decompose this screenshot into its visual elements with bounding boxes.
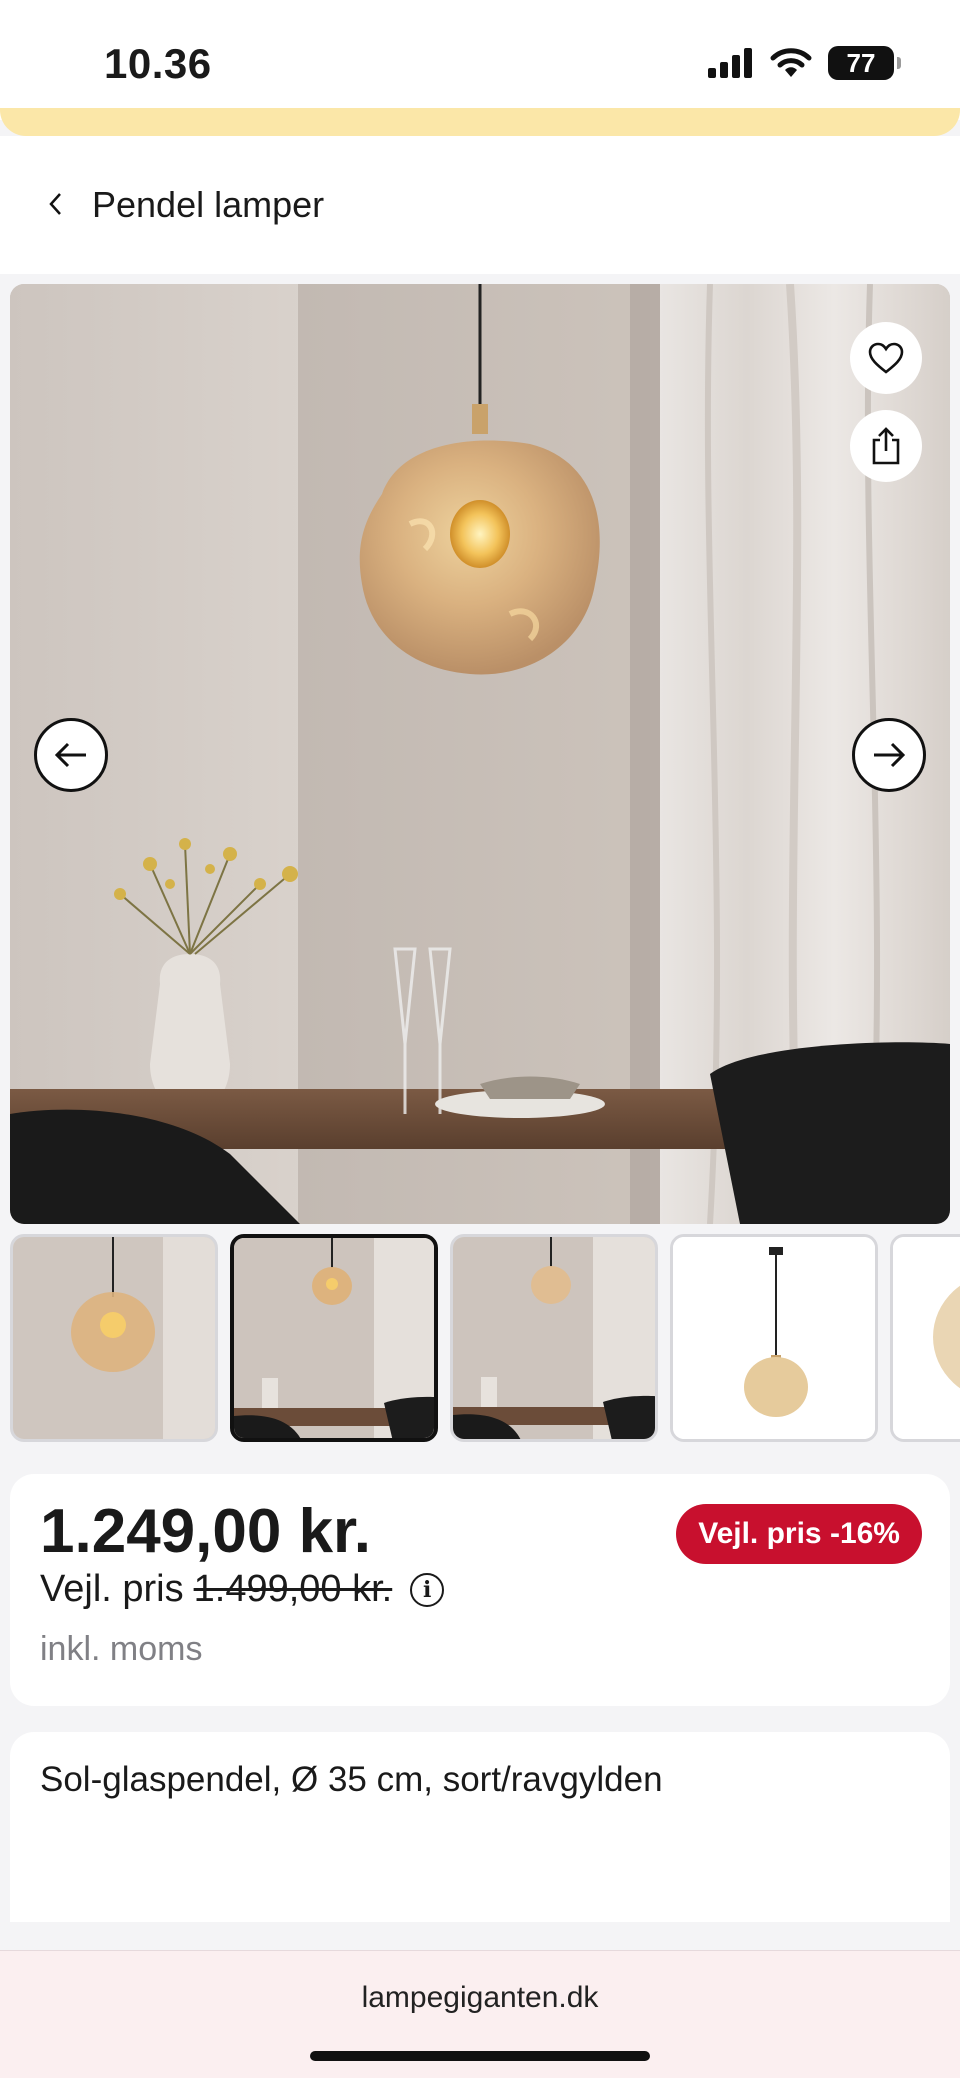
promo-banner[interactable] [0, 108, 960, 136]
info-icon[interactable]: i [410, 1572, 445, 1607]
compare-price-label: Vejl. pris [40, 1568, 184, 1610]
current-price: 1.249,00 kr. [40, 1497, 371, 1566]
thumbnail-4[interactable] [670, 1234, 878, 1442]
product-image-gallery[interactable] [10, 284, 950, 1224]
share-button[interactable] [850, 410, 922, 482]
product-title: Sol-glaspendel, Ø 35 cm, sort/ravgylden [40, 1760, 663, 1799]
thumbnail-1[interactable] [10, 1234, 218, 1442]
browser-address-bar[interactable]: lampegiganten.dk [0, 1950, 960, 2078]
battery-level: 77 [846, 47, 876, 78]
thumbnail-strip[interactable] [10, 1234, 960, 1444]
battery-icon: 77 [828, 46, 901, 80]
thumbnail-3[interactable] [450, 1234, 658, 1442]
next-image-button[interactable] [852, 718, 926, 792]
back-link[interactable]: Pendel lamper [92, 184, 324, 226]
product-title-card: Sol-glaspendel, Ø 35 cm, sort/ravgylden [10, 1732, 950, 1922]
signal-icon [708, 48, 752, 78]
compare-price-value: 1.499,00 kr. [193, 1568, 393, 1610]
status-bar: 10.36 77 [0, 0, 960, 120]
wifi-icon [770, 48, 812, 77]
home-indicator[interactable] [310, 2051, 650, 2061]
url-text[interactable]: lampegiganten.dk [0, 1981, 960, 2015]
thumbnail-2[interactable] [230, 1234, 438, 1442]
compare-price-row: Vejl. pris 1.499,00 kr. i [40, 1568, 445, 1611]
discount-badge: Vejl. pris -16% [676, 1504, 922, 1564]
share-icon [872, 427, 900, 465]
arrow-right-icon [874, 742, 906, 768]
tax-note: inkl. moms [40, 1630, 203, 1668]
previous-image-button[interactable] [34, 718, 108, 792]
heart-icon [868, 342, 904, 374]
thumbnail-5[interactable] [890, 1234, 960, 1442]
status-time: 10.36 [104, 40, 212, 87]
arrow-left-icon [54, 742, 86, 768]
favorite-button[interactable] [850, 322, 922, 394]
back-chevron-icon[interactable] [40, 184, 70, 224]
price-card: 1.249,00 kr. Vejl. pris -16% Vejl. pris … [10, 1474, 950, 1706]
product-photo [10, 284, 950, 1224]
status-icons: 77 [708, 46, 901, 80]
nav-header: Pendel lamper [0, 136, 960, 274]
